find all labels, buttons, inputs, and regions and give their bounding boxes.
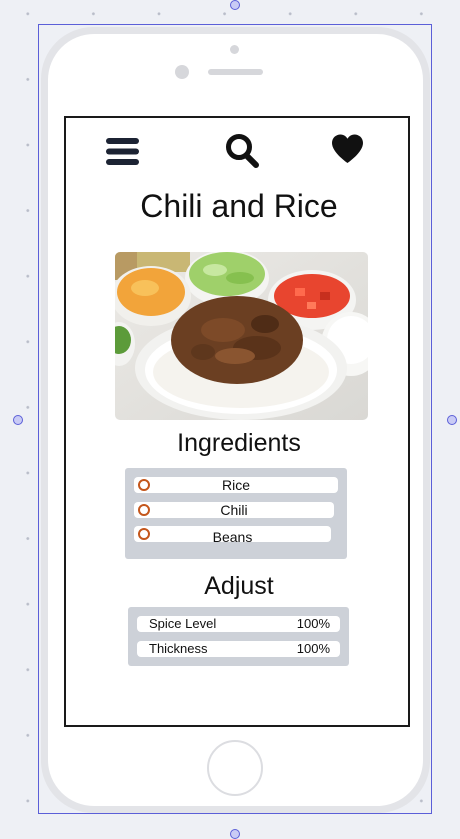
resize-handle-left[interactable] bbox=[13, 415, 23, 425]
resize-handle-top[interactable] bbox=[230, 0, 240, 10]
earpiece-speaker bbox=[208, 69, 263, 75]
adjust-row-spice[interactable]: Spice Level 100% bbox=[137, 616, 340, 632]
ingredient-radio[interactable] bbox=[138, 479, 150, 491]
adjust-label: Thickness bbox=[149, 641, 208, 656]
ingredient-radio[interactable] bbox=[138, 504, 150, 516]
resize-handle-bottom[interactable] bbox=[230, 829, 240, 839]
adjust-row-thickness[interactable]: Thickness 100% bbox=[137, 641, 340, 657]
ingredient-label: Chili bbox=[220, 502, 248, 518]
proximity-sensor bbox=[230, 45, 239, 54]
ingredient-item[interactable]: Rice bbox=[134, 477, 338, 493]
hamburger-menu-icon[interactable] bbox=[106, 138, 139, 165]
ingredients-panel: Rice Chili Beans bbox=[125, 468, 347, 559]
front-camera bbox=[175, 65, 189, 79]
search-icon[interactable] bbox=[225, 133, 259, 169]
adjust-label: Spice Level bbox=[149, 616, 217, 631]
heart-icon[interactable] bbox=[331, 134, 364, 164]
recipe-title: Chili and Rice bbox=[140, 188, 338, 224]
adjust-value[interactable]: 100% bbox=[297, 641, 330, 657]
adjust-panel: Spice Level 100% Thickness 100% bbox=[128, 607, 349, 666]
ingredient-item[interactable]: Chili bbox=[134, 502, 334, 518]
ingredients-heading: Ingredients bbox=[177, 429, 301, 457]
adjust-value[interactable]: 100% bbox=[297, 616, 330, 632]
ingredient-label: Beans bbox=[212, 529, 253, 545]
recipe-image bbox=[115, 252, 368, 420]
ingredient-radio[interactable] bbox=[138, 528, 150, 540]
app-screen: Chili and Rice Ingredients Rice Chili Be… bbox=[64, 116, 410, 727]
home-button[interactable] bbox=[207, 740, 263, 796]
adjust-heading: Adjust bbox=[204, 572, 274, 600]
ingredient-label: Rice bbox=[221, 477, 250, 493]
ingredient-item[interactable]: Beans bbox=[134, 526, 331, 545]
resize-handle-right[interactable] bbox=[447, 415, 457, 425]
